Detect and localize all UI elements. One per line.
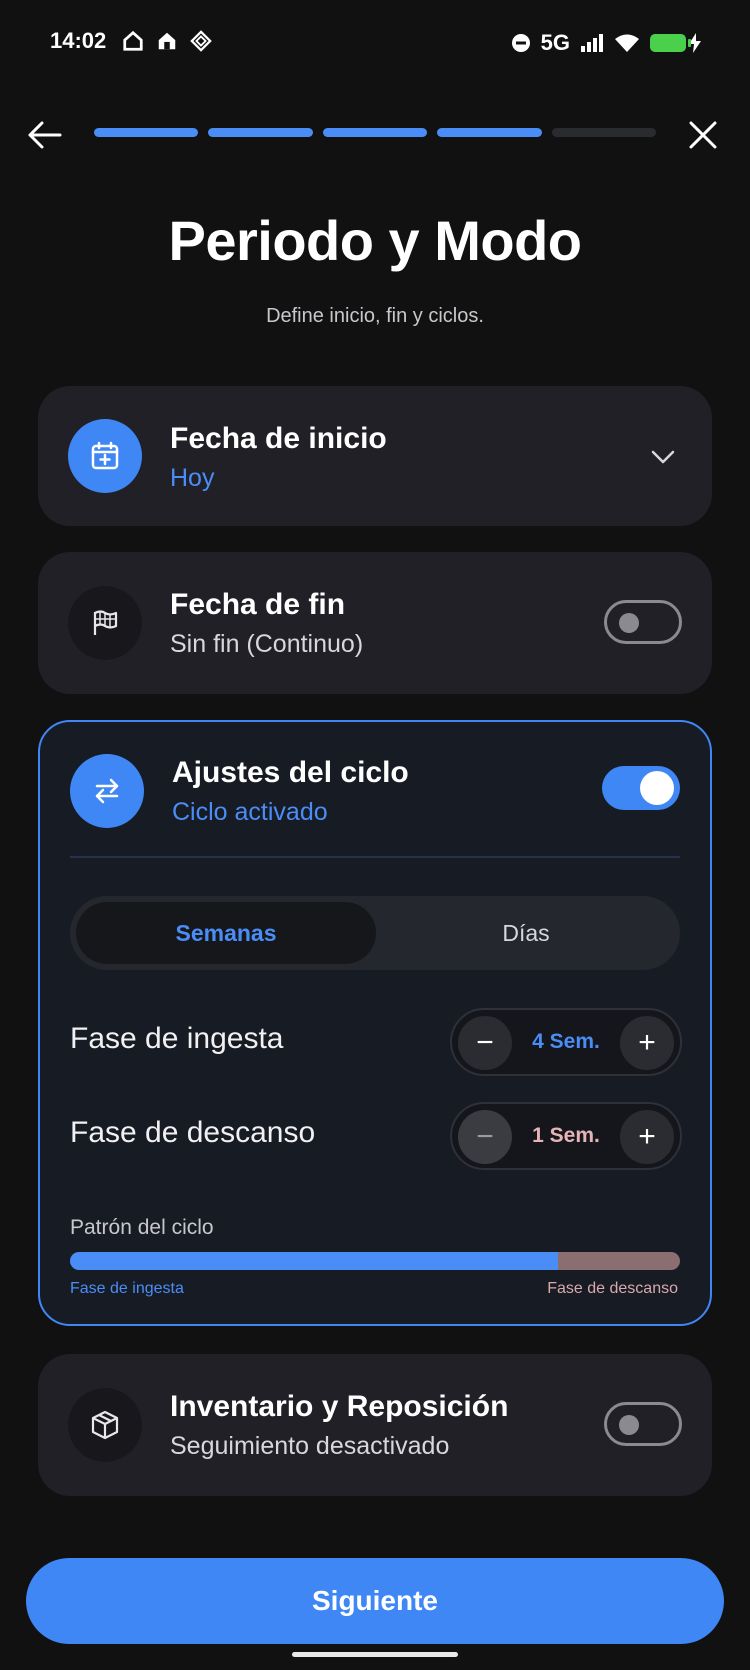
progress-step: [94, 128, 199, 137]
home-alt-icon: [158, 32, 176, 50]
home-icon: [123, 30, 143, 51]
arrow-left-icon: [28, 121, 62, 149]
cycle-status: Ciclo activado: [172, 798, 328, 826]
end-date-card[interactable]: Fecha de fin Sin fin (Continuo): [38, 552, 712, 694]
diamond-grid-icon: [190, 30, 212, 52]
start-date-value: Hoy: [170, 464, 215, 492]
inventory-toggle[interactable]: [604, 1402, 682, 1446]
intake-decrement-button[interactable]: −: [458, 1016, 512, 1070]
next-button[interactable]: Siguiente: [26, 1558, 724, 1644]
page-title: Periodo y Modo: [168, 209, 583, 272]
inventory-card[interactable]: Inventario y Reposición Seguimiento desa…: [38, 1354, 712, 1496]
flag-icon: [68, 586, 142, 660]
close-icon: [689, 121, 717, 149]
status-time: 14:02: [50, 28, 107, 53]
end-date-value: Sin fin (Continuo): [170, 630, 364, 658]
end-date-toggle[interactable]: [604, 600, 682, 644]
start-date-title: Fecha de inicio: [170, 422, 387, 455]
calendar-plus-icon: [68, 419, 142, 493]
divider: [70, 856, 680, 858]
pattern-legend-intake: Fase de ingesta: [70, 1280, 184, 1297]
rest-increment-button[interactable]: +: [620, 1110, 674, 1164]
page-subtitle: Define inicio, fin y ciclos.: [266, 305, 484, 327]
toggle-knob: [619, 1415, 639, 1435]
intake-value: 4 Sem.: [532, 1030, 600, 1053]
progress-indicator: [94, 128, 657, 138]
cycle-toggle[interactable]: [602, 766, 680, 810]
rest-phase-label: Fase de descanso: [70, 1116, 316, 1149]
inventory-status: Seguimiento desactivado: [170, 1432, 450, 1460]
wifi-icon: [615, 34, 639, 52]
cycle-settings-card: Ajustes del ciclo Ciclo activado Semanas…: [38, 720, 712, 1326]
pattern-intake-segment: [70, 1252, 558, 1270]
pattern-label: Patrón del ciclo: [70, 1216, 214, 1239]
cycle-pattern-bar: [70, 1252, 680, 1270]
dnd-icon: [511, 34, 530, 52]
close-button[interactable]: [682, 114, 724, 156]
pattern-rest-segment: [558, 1252, 680, 1270]
inventory-title: Inventario y Reposición: [170, 1390, 509, 1423]
home-indicator: [292, 1652, 458, 1657]
toggle-knob: [619, 613, 639, 633]
back-button[interactable]: [24, 114, 66, 156]
progress-step: [208, 128, 313, 137]
intake-increment-button[interactable]: +: [620, 1016, 674, 1070]
start-date-card[interactable]: Fecha de inicio Hoy: [38, 386, 712, 526]
swap-arrows-icon: [70, 754, 144, 828]
unit-segmented-control: Semanas Días: [70, 896, 680, 970]
chevron-down-icon: [651, 450, 675, 464]
rest-value: 1 Sem.: [532, 1124, 600, 1147]
progress-step: [437, 128, 542, 137]
notification-icons: [122, 30, 212, 52]
box-icon: [68, 1388, 142, 1462]
intake-phase-label: Fase de ingesta: [70, 1022, 284, 1055]
battery-icon: [650, 34, 691, 52]
tab-days[interactable]: Días: [376, 902, 676, 964]
toggle-knob: [640, 771, 674, 805]
system-status: 5G: [511, 30, 702, 56]
intake-stepper: − 4 Sem. +: [450, 1008, 682, 1076]
network-label: 5G: [540, 30, 570, 55]
rest-decrement-button[interactable]: −: [458, 1110, 512, 1164]
end-date-title: Fecha de fin: [170, 588, 346, 621]
progress-step: [322, 128, 428, 137]
tab-weeks[interactable]: Semanas: [76, 902, 376, 964]
pattern-legend-rest: Fase de descanso: [547, 1280, 678, 1297]
progress-step: [551, 128, 657, 137]
rest-stepper: − 1 Sem. +: [450, 1102, 682, 1170]
signal-icon: [581, 34, 603, 52]
cycle-title: Ajustes del ciclo: [172, 756, 409, 789]
